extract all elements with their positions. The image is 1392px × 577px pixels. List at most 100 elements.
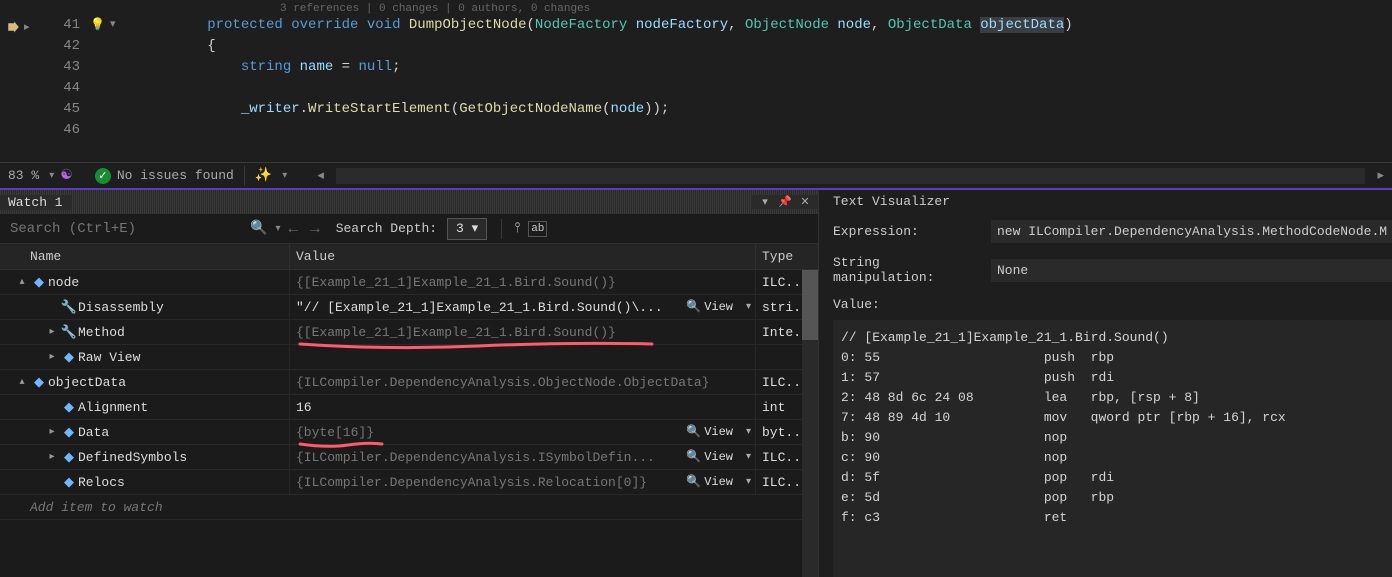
intellicode-icon[interactable]: ☯ [60, 167, 73, 184]
row-value[interactable]: {ILCompiler.DependencyAnalysis.ObjectNod… [290, 370, 756, 394]
watch-titlebar[interactable]: Watch 1 ▾ 📌 ✕ [0, 190, 818, 214]
row-name: Alignment [78, 395, 148, 420]
expander-icon[interactable]: ▸ [44, 345, 60, 370]
divider [501, 219, 502, 239]
annotation-underline [298, 440, 384, 450]
watch-toolbar: 🔍 ▾ ← → Search Depth: 3 ▾ ⫯ ab [0, 214, 818, 244]
visualizer-icon: 🔍 [686, 445, 701, 469]
visualizer-icon: 🔍 [686, 470, 701, 494]
cube-icon: ◆ [30, 270, 48, 295]
view-link[interactable]: 🔍View [686, 445, 733, 469]
cube-icon: ◆ [60, 345, 78, 370]
current-line-arrow-icon [6, 20, 20, 34]
row-value[interactable]: "// [Example_21_1]Example_21_1.Bird.Soun… [290, 295, 756, 319]
col-name-header[interactable]: Name [0, 244, 290, 269]
expander-icon[interactable]: ▸ [44, 445, 60, 470]
expander-icon[interactable]: ▸ [44, 320, 60, 345]
row-name: Raw View [78, 345, 140, 370]
code-line[interactable] [130, 120, 1392, 141]
text-visualizer: Text Visualizer Expression: new ILCompil… [819, 190, 1392, 577]
visualizer-icon: 🔍 [686, 295, 701, 319]
watch-row[interactable]: ▴◆objectData {ILCompiler.DependencyAnalys… [0, 370, 818, 395]
hscroll-right-icon[interactable]: ▸ [1377, 168, 1384, 183]
view-link[interactable]: 🔍View [686, 420, 733, 444]
watch-window: Watch 1 ▾ 📌 ✕ 🔍 ▾ ← → Search Depth: 3 ▾ … [0, 190, 819, 577]
code-line[interactable] [130, 78, 1392, 99]
zoom-level[interactable]: 83 % [8, 168, 39, 183]
search-input[interactable] [6, 219, 246, 239]
margin-indicator-icon: ▸ [24, 20, 30, 34]
code-line[interactable]: string name = null; [130, 57, 1392, 78]
depth-label: Search Depth: [336, 221, 437, 236]
cube-icon: ◆ [60, 470, 78, 495]
expander-icon[interactable]: ▴ [14, 270, 30, 295]
watch-title: Watch 1 [0, 195, 71, 210]
row-name: Relocs [78, 470, 125, 495]
watch-row[interactable]: ▸◆Data{byte[16]}🔍View▾byt... [0, 420, 818, 445]
chevron-down-icon[interactable]: ▾ [746, 295, 751, 319]
col-type-header[interactable]: Type [756, 244, 818, 269]
code-editor[interactable]: ▸ 3 references | 0 changes | 0 authors, … [0, 0, 1392, 162]
line-number: 41 [40, 15, 90, 36]
add-item-row[interactable]: Add item to watch [0, 495, 818, 520]
row-value[interactable]: {[Example_21_1]Example_21_1.Bird.Sound()… [290, 270, 756, 294]
watch-row[interactable]: ▸◆DefinedSymbols{ILCompiler.DependencyAn… [0, 445, 818, 470]
chevron-down-icon[interactable]: ▾ [746, 470, 751, 494]
row-name: Disassembly [78, 295, 164, 320]
expander-icon[interactable]: ▸ [44, 420, 60, 445]
watch-row[interactable]: ▴◆node {[Example_21_1]Example_21_1.Bird.S… [0, 270, 818, 295]
window-menu-icon[interactable]: ▾ [756, 195, 774, 209]
editor-margin: ▸ [0, 0, 40, 162]
row-name: objectData [48, 370, 126, 395]
wrench-icon: 🔧 [60, 320, 78, 345]
watch-grid-body: ▴◆node{[Example_21_1]Example_21_1.Bird.S… [0, 270, 818, 577]
expander-icon[interactable]: ▴ [14, 370, 30, 395]
code-line[interactable]: protected override void DumpObjectNode(N… [130, 15, 1392, 36]
cube-icon: ◆ [30, 370, 48, 395]
code-line[interactable]: { [130, 36, 1392, 57]
visualizer-title: Text Visualizer [819, 190, 1392, 214]
line-number: 46 [40, 120, 90, 141]
manipulation-label: String manipulation: [833, 255, 983, 285]
row-name: DefinedSymbols [78, 445, 187, 470]
row-name: node [48, 270, 79, 295]
lightbulb-icon[interactable]: 💡 [90, 15, 110, 36]
horizontal-scrollbar[interactable] [336, 168, 1366, 184]
annotation-underline [298, 340, 654, 352]
close-icon[interactable]: ✕ [796, 195, 814, 209]
nav-back-icon[interactable]: ← [284, 220, 302, 238]
cleanup-icon[interactable]: ✨ [255, 167, 272, 184]
view-link[interactable]: 🔍View [686, 470, 733, 494]
nav-forward-icon[interactable]: → [306, 220, 324, 238]
expression-field[interactable]: new ILCompiler.DependencyAnalysis.Method… [991, 220, 1392, 243]
issues-text[interactable]: No issues found [117, 168, 234, 183]
highlight-icon[interactable]: ab [528, 221, 547, 237]
row-value[interactable]: 16 [290, 395, 756, 419]
zoom-dropdown-icon[interactable]: ▾ [49, 170, 54, 182]
fold-icon[interactable]: ▾ [110, 15, 130, 36]
search-options-dropdown-icon[interactable]: ▾ [275, 223, 280, 235]
chevron-down-icon[interactable]: ▾ [746, 445, 751, 469]
pin-icon[interactable]: 📌 [776, 195, 794, 209]
manipulation-select[interactable]: None [991, 259, 1392, 282]
cube-icon: ◆ [60, 395, 78, 420]
watch-row[interactable]: ◆Relocs {ILCompiler.DependencyAnalysis.Re… [0, 470, 818, 495]
row-value[interactable]: {ILCompiler.DependencyAnalysis.Relocatio… [290, 470, 756, 494]
vertical-scrollbar[interactable] [802, 270, 818, 577]
hscroll-left-icon[interactable]: ◂ [317, 168, 324, 183]
search-icon[interactable]: 🔍 [250, 220, 267, 237]
watch-grid-header: Name Value Type [0, 244, 818, 270]
watch-row[interactable]: 🔧Disassembly"// [Example_21_1]Example_21… [0, 295, 818, 320]
filter-icon[interactable]: ⫯ [510, 221, 524, 237]
watch-row[interactable]: ◆Alignment16int [0, 395, 818, 420]
chevron-down-icon[interactable]: ▾ [746, 420, 751, 444]
col-value-header[interactable]: Value [290, 244, 756, 269]
visualizer-output[interactable]: // [Example_21_1]Example_21_1.Bird.Sound… [833, 320, 1392, 577]
cube-icon: ◆ [60, 420, 78, 445]
view-link[interactable]: 🔍View [686, 295, 733, 319]
cleanup-dropdown-icon[interactable]: ▾ [282, 170, 287, 182]
code-line[interactable]: _writer.WriteStartElement(GetObjectNodeN… [130, 99, 1392, 120]
divider [244, 166, 245, 186]
line-number: 43 [40, 57, 90, 78]
depth-select[interactable]: 3 ▾ [447, 218, 487, 240]
